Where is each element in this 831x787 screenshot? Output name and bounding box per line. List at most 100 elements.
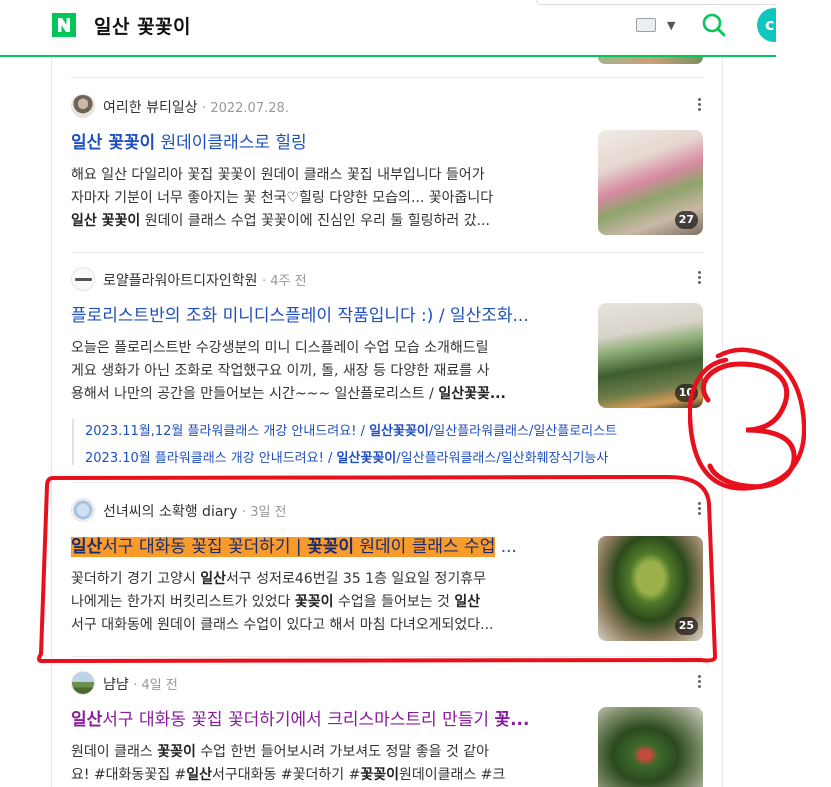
text-segment: 서구대화동 #꽃더하기 #	[212, 767, 361, 783]
source-name[interactable]: 선녀씨의 소확행 diary · 3일 전	[103, 501, 287, 521]
result-thumbnail[interactable]: 27	[598, 130, 703, 235]
blog-name[interactable]: 선녀씨의 소확행 diary	[103, 504, 237, 520]
result-title[interactable]: 일산서구 대화동 꽃집 꽃더하기 | 꽃꽂이 원데이 클래스 수업 ...	[71, 532, 583, 557]
divider	[71, 77, 703, 78]
result-item: 냠냠 · 4일 전 일산서구 대화동 꽃집 꽃더하기에서 크리스마스트리 만들기…	[71, 671, 703, 787]
blog-name[interactable]: 여리한 뷰티일상	[103, 100, 198, 116]
text-segment: 2023.11월,12월 플라워클래스 개강 안내드려요! /	[85, 424, 370, 439]
previous-result-thumbnail[interactable]	[598, 57, 703, 64]
text-segment: 자마자 기분이 너무 좋아지는 꽃 천국♡힐링 다양한 모습의... 꽃아줍니다	[71, 190, 494, 206]
snippet-line: 원데이 클래스 꽃꽂이 수업 한번 들어보시려 가보셔도 정말 좋을 것 같아	[71, 741, 583, 764]
result-snippet[interactable]: 해요 일산 다일리아 꽃집 꽃꽃이 원데이 클래스 꽃집 내부입니다 들어가자마…	[71, 164, 583, 233]
keyword-match: 일산	[200, 571, 227, 587]
dropdown-panel-edge	[536, 0, 776, 5]
divider	[71, 252, 703, 253]
more-options-icon[interactable]	[695, 96, 703, 116]
text-segment: 원데이클래스로 힐링	[155, 133, 307, 153]
text-segment: 게요 생화가 아닌 조화로 작업했구요 이끼, 돌, 새장 등 다양한 재료를 …	[71, 363, 490, 379]
text-segment: 서구 대화동 꽃집 꽃더하기에서 크리스마스트리 만들기	[102, 710, 495, 730]
snippet-line: 요! #대화동꽃집 #일산서구대화동 #꽃더하기 #꽃꽂이원데이클래스 #크	[71, 764, 583, 787]
result-title[interactable]: 플로리스트반의 조화 미니디스플레이 작품입니다 :) / 일산조화...	[71, 301, 583, 326]
keyword-match: 일산꽃꽂이	[369, 424, 429, 439]
keyword-match: 꽃...	[494, 710, 530, 730]
result-snippet[interactable]: 원데이 클래스 꽃꽂이 수업 한번 들어보시려 가보셔도 정말 좋을 것 같아 요…	[71, 741, 583, 787]
result-thumbnail[interactable]	[598, 707, 703, 787]
post-date: 3일 전	[250, 505, 287, 520]
more-options-icon[interactable]	[695, 269, 703, 289]
text-segment: 원데이클래스 #크	[398, 767, 506, 783]
text-segment: 용해서 나만의 공간을 만들어보는 시간~~~ 일산플로리스트 /	[71, 386, 439, 402]
snippet-line: 서구 대화동에 원데이 클래스 수업이 있다고 해서 마침 다녀오게되었다...	[71, 614, 583, 637]
result-item: 로얄플라워아트디자인학원 · 4주 전 플로리스트반의 조화 미니디스플레이 작…	[71, 267, 703, 417]
text-segment: 해요 일산 다일리아 꽃집 꽃꽃이 원데이 클래스 꽃집 내부입니다 들어가	[71, 167, 485, 183]
text-segment: 요! #대화동꽃집 #	[71, 767, 187, 783]
result-thumbnail[interactable]: 10	[598, 303, 703, 408]
avatar-letter: c	[765, 15, 775, 34]
keyword-match: 꽃꽂이	[294, 594, 334, 610]
image-count-badge: 10	[674, 384, 698, 402]
source-row: 선녀씨의 소확행 diary · 3일 전	[71, 498, 703, 522]
snippet-line: 자마자 기분이 너무 좋아지는 꽃 천국♡힐링 다양한 모습의... 꽃아줍니다	[71, 187, 583, 210]
source-row: 냠냠 · 4일 전	[71, 671, 703, 695]
text-segment: /일산플라워클래스/일산화훼장식기능사	[396, 451, 609, 466]
result-snippet[interactable]: 오늘은 플로리스트반 수강생분의 미니 디스플레이 수업 모습 소개해드릴게요 …	[71, 337, 583, 406]
keyword-match: 꽃꽂이	[360, 767, 399, 783]
naver-logo-icon[interactable]	[52, 13, 76, 37]
post-date: 4주 전	[270, 274, 307, 289]
keyword-match: 일산	[71, 537, 103, 557]
text-segment: 원데이 클래스 수업 꽃꽃이에 진심인 우리 둘 힐링하러 갔...	[140, 213, 490, 229]
blog-avatar[interactable]	[71, 267, 95, 291]
divider	[71, 482, 703, 483]
text-segment: 수업 한번 들어보시려 가보셔도 정말 좋을 것 같아	[195, 744, 490, 760]
blog-avatar[interactable]	[71, 671, 95, 695]
result-thumbnail[interactable]: 25	[598, 536, 703, 641]
snippet-line: 오늘은 플로리스트반 수강생분의 미니 디스플레이 수업 모습 소개해드릴	[71, 337, 583, 360]
image-count-badge: 27	[674, 211, 698, 229]
keyword-match: 일산	[454, 594, 481, 610]
source-name[interactable]: 냠냠 · 4일 전	[103, 674, 178, 694]
snippet-line: 게요 생화가 아닌 조화로 작업했구요 이끼, 돌, 새장 등 다양한 재료를 …	[71, 360, 583, 383]
more-options-icon[interactable]	[695, 500, 703, 520]
search-query[interactable]: 일산 꽃꽃이	[94, 12, 191, 39]
text-segment: 서구 대화동에 원데이 클래스 수업이 있다고 해서 마침 다녀오게되었다...	[71, 617, 494, 633]
keyboard-icon[interactable]	[636, 18, 656, 32]
snippet-line: 꽃더하기 경기 고양시 일산서구 성저로46번길 35 1층 일요일 정기휴무	[71, 568, 583, 591]
keyword-match: 일산 꽃꽃이	[71, 213, 141, 229]
text-segment: 나에게는 한가지 버킷리스트가 있었다	[71, 594, 295, 610]
post-date: 2022.07.28.	[210, 101, 289, 116]
sublink-bar	[72, 419, 74, 465]
snippet-line: 용해서 나만의 공간을 만들어보는 시간~~~ 일산플로리스트 / 일산꽃꽂..…	[71, 383, 583, 406]
text-segment: 서구 대화동 꽃집 꽃더하기 |	[102, 537, 308, 557]
text-segment: /일산플라워클래스/일산플로리스트	[428, 424, 618, 439]
keyword-match: 일산꽃꽂이	[336, 451, 397, 466]
keyword-match: 일산 꽃꽃이	[71, 133, 156, 153]
source-name[interactable]: 로얄플라워아트디자인학원 · 4주 전	[103, 270, 307, 290]
blog-name[interactable]: 냠냠	[103, 677, 129, 693]
blog-avatar[interactable]	[71, 94, 95, 118]
result-snippet[interactable]: 꽃더하기 경기 고양시 일산서구 성저로46번길 35 1층 일요일 정기휴무나…	[71, 568, 583, 637]
source-row: 로얄플라워아트디자인학원 · 4주 전	[71, 267, 703, 291]
post-date: 4일 전	[141, 678, 178, 693]
result-item: 여리한 뷰티일상 · 2022.07.28. 일산 꽃꽃이 원데이클래스로 힐링…	[71, 94, 703, 244]
snippet-line: 해요 일산 다일리아 꽃집 꽃꽃이 원데이 클래스 꽃집 내부입니다 들어가	[71, 164, 583, 187]
text-segment: 원데이 클래스	[71, 744, 158, 760]
chevron-down-icon[interactable]: ▼	[667, 19, 675, 32]
blog-avatar[interactable]	[71, 498, 95, 522]
result-item: 선녀씨의 소확행 diary · 3일 전 일산서구 대화동 꽃집 꽃더하기 |…	[71, 498, 703, 648]
search-icon[interactable]	[701, 12, 727, 38]
source-row: 여리한 뷰티일상 · 2022.07.28.	[71, 94, 703, 118]
keyword-match: 일산	[71, 710, 103, 730]
text-segment: 오늘은 플로리스트반 수강생분의 미니 디스플레이 수업 모습 소개해드릴	[71, 340, 489, 356]
result-title[interactable]: 일산서구 대화동 꽃집 꽃더하기에서 크리스마스트리 만들기 꽃...	[71, 705, 583, 730]
text-segment: 꽃더하기 경기 고양시	[71, 571, 201, 587]
source-name[interactable]: 여리한 뷰티일상 · 2022.07.28.	[103, 97, 289, 117]
blog-name[interactable]: 로얄플라워아트디자인학원	[103, 273, 258, 289]
related-post-link[interactable]: 2023.10월 플라워클래스 개강 안내드려요! / 일산꽃꽂이/일산플라워클…	[85, 447, 697, 466]
more-options-icon[interactable]	[695, 673, 703, 693]
related-post-link[interactable]: 2023.11월,12월 플라워클래스 개강 안내드려요! / 일산꽃꽂이/일산…	[85, 420, 697, 439]
search-header: 일산 꽃꽃이 ▼	[0, 0, 776, 57]
result-title[interactable]: 일산 꽃꽃이 원데이클래스로 힐링	[71, 128, 583, 153]
text-segment: 플로리스트반의 조화 미니디스플레이 작품입니다 :) / 일산조화...	[71, 306, 529, 326]
related-posts: 2023.11월,12월 플라워클래스 개강 안내드려요! / 일산꽃꽂이/일산…	[72, 415, 704, 469]
text-segment: 2023.10월 플라워클래스 개강 안내드려요! /	[85, 451, 337, 466]
